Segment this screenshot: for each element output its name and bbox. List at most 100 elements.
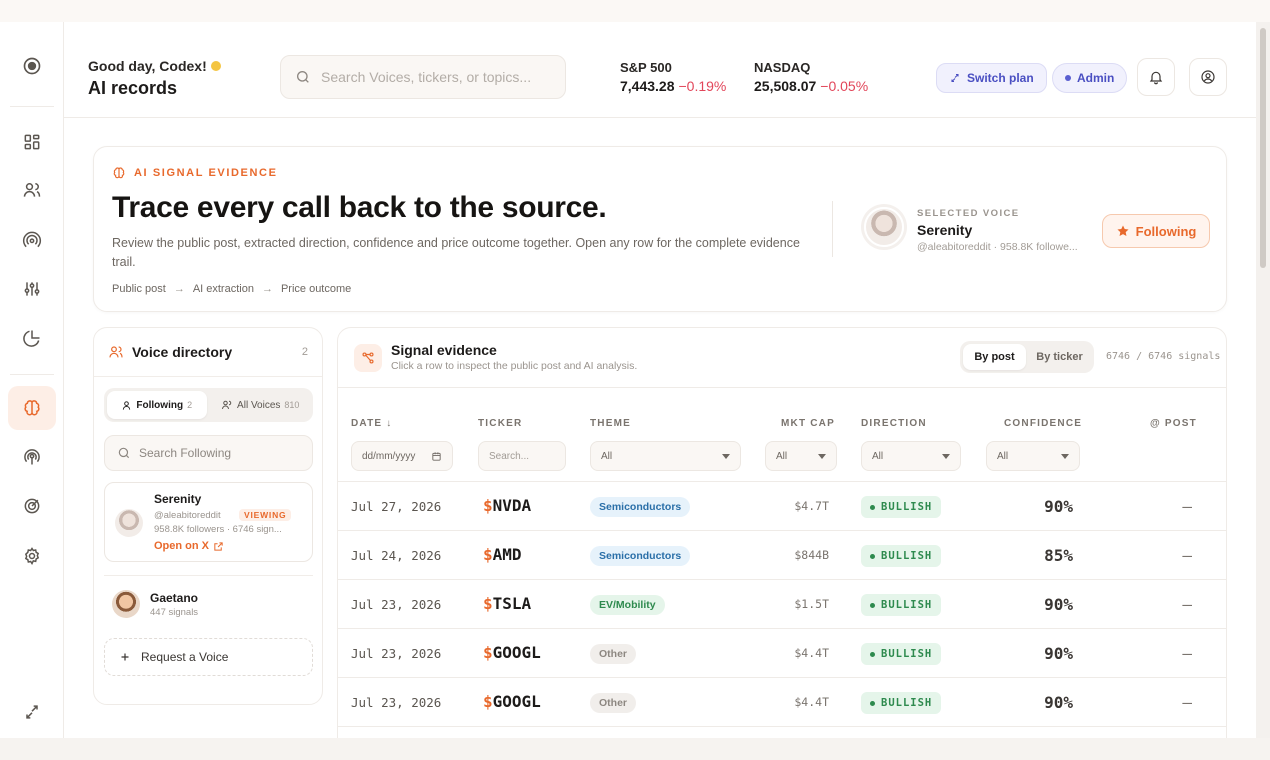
bullish-dot-icon xyxy=(870,700,875,706)
voice-name: Gaetano xyxy=(150,591,199,605)
following-button[interactable]: Following xyxy=(1102,214,1210,248)
theme-filter[interactable]: All xyxy=(590,441,741,471)
cell-mktcap: $4.4T xyxy=(794,646,829,660)
col-date-header[interactable]: DATE ↓ xyxy=(351,418,392,429)
admin-button[interactable]: Admin xyxy=(1052,63,1128,93)
table-row[interactable]: Jul 23, 2026 $GOOGL Other $4.4T BULLISH 90% – xyxy=(338,678,1226,727)
table-row[interactable]: Jul 23, 2026 $GOOGL Other $4.4T BULLISH 90% – xyxy=(338,629,1226,678)
swap-icon[interactable] xyxy=(8,690,56,734)
ticker-filter-input[interactable] xyxy=(489,450,555,462)
cell-confidence: 85% xyxy=(1044,546,1073,565)
hero-tag-label: AI SIGNAL EVIDENCE xyxy=(134,167,278,179)
open-on-x-link[interactable]: Open on X xyxy=(154,540,224,552)
sidebar-divider xyxy=(10,374,54,375)
sliders-icon[interactable] xyxy=(8,267,56,311)
dollar-sign: $ xyxy=(483,545,493,564)
mktcap-filter[interactable]: All xyxy=(765,441,837,471)
index-change: −0.19% xyxy=(678,78,727,94)
step-price-outcome: Price outcome xyxy=(280,283,352,295)
table-row[interactable]: Jul 24, 2026 $AMD Semiconductors $844B BULLI… xyxy=(338,531,1226,580)
link-nodes-icon xyxy=(354,344,382,372)
direction-label: BULLISH xyxy=(881,648,933,660)
search-input[interactable] xyxy=(321,69,551,85)
target-icon[interactable] xyxy=(8,484,56,528)
brain-icon[interactable] xyxy=(8,386,56,430)
direction-badge: BULLISH xyxy=(861,692,942,714)
direction-filter[interactable]: All xyxy=(861,441,961,471)
signal-evidence-panel: Signal evidence Click a row to inspect t… xyxy=(337,327,1227,738)
cell-date: Jul 24, 2026 xyxy=(351,548,442,563)
voice-search[interactable] xyxy=(104,435,313,471)
bottom-strip xyxy=(0,738,1270,760)
ticker-symbol: GOOGL xyxy=(492,692,541,711)
col-confidence-header: CONFIDENCE xyxy=(1004,418,1083,429)
tab-by-post[interactable]: By post xyxy=(963,344,1026,370)
user-circle-icon xyxy=(1201,70,1215,84)
voice-search-input[interactable] xyxy=(139,446,299,460)
col-ticker-header: TICKER xyxy=(478,418,523,429)
sidebar-divider xyxy=(10,106,54,107)
evidence-hero: AI SIGNAL EVIDENCE Trace every call back… xyxy=(93,146,1227,312)
cell-ticker: $TSLA xyxy=(483,594,531,613)
table-row[interactable]: Jul 23, 2026 $TSLA EV/Mobility $1.5T BULLISH… xyxy=(338,580,1226,629)
divider xyxy=(338,387,1226,388)
following-label: Following xyxy=(1135,223,1197,239)
tab-label: Following xyxy=(136,399,184,411)
dashboard-icon[interactable] xyxy=(8,120,56,164)
ticker-filter[interactable] xyxy=(478,441,566,471)
settings-icon[interactable] xyxy=(8,534,56,578)
hero-title: Trace every call back to the source. xyxy=(112,191,607,224)
bullish-dot-icon xyxy=(870,651,875,657)
voice-card-selected[interactable]: Serenity @aleabitoreddit VIEWING 958.8K … xyxy=(104,482,313,562)
hero-description: Review the public post, extracted direct… xyxy=(112,236,800,269)
cell-date: Jul 27, 2026 xyxy=(351,499,442,514)
switch-plan-label: Switch plan xyxy=(967,71,1034,85)
voice-directory-count: 2 xyxy=(301,346,308,358)
date-filter[interactable]: dd/mm/yyyy xyxy=(351,441,453,471)
page-scrollbar[interactable] xyxy=(1256,22,1270,738)
cell-ticker: $GOOGL xyxy=(483,692,541,711)
profile-button[interactable] xyxy=(1189,58,1227,96)
theme-filter-value: All xyxy=(601,450,613,462)
scrollbar-thumb[interactable] xyxy=(1260,28,1266,268)
tab-all-voices[interactable]: All Voices 810 xyxy=(211,391,311,419)
signal-icon[interactable] xyxy=(8,435,56,479)
tab-following[interactable]: Following 2 xyxy=(107,391,207,419)
ticker-symbol: NVDA xyxy=(492,496,532,515)
open-on-x-label: Open on X xyxy=(154,540,209,552)
users-icon[interactable] xyxy=(8,168,56,212)
tab-by-ticker[interactable]: By ticker xyxy=(1028,344,1091,370)
direction-label: BULLISH xyxy=(881,550,933,562)
global-search[interactable] xyxy=(280,55,566,99)
cell-post-price: – xyxy=(1182,595,1192,614)
voice-meta: 958.8K followers · 6746 sign... xyxy=(154,524,282,535)
hero-divider xyxy=(832,201,833,257)
request-voice-button[interactable]: Request a Voice xyxy=(104,638,313,676)
table-row[interactable]: Jul 22, 2026$AMDSemiconductors$844BBULLI… xyxy=(338,727,1226,738)
theme-badge: Semiconductors xyxy=(590,546,691,566)
chevron-down-icon xyxy=(942,453,950,459)
plus-icon xyxy=(121,653,129,661)
switch-plan-button[interactable]: Switch plan xyxy=(936,63,1047,93)
tab-count: 2 xyxy=(187,400,193,410)
voice-directory-header: Voice directory xyxy=(108,344,232,360)
cell-confidence: 90% xyxy=(1044,595,1073,614)
brain-icon xyxy=(113,167,125,179)
broadcast-icon[interactable] xyxy=(8,218,56,262)
table-row[interactable]: Jul 27, 2026 $NVDA Semiconductors $4.7T BULL… xyxy=(338,482,1226,531)
pie-chart-icon[interactable] xyxy=(8,316,56,360)
calendar-icon xyxy=(432,451,441,461)
confidence-filter[interactable]: All xyxy=(986,441,1080,471)
logo-icon[interactable] xyxy=(8,44,56,88)
cell-post-price: – xyxy=(1182,693,1192,712)
request-voice-label: Request a Voice xyxy=(141,650,229,664)
notifications-button[interactable] xyxy=(1137,58,1175,96)
cell-ticker: $GOOGL xyxy=(483,643,541,662)
index-name: NASDAQ xyxy=(754,60,811,75)
greeting-text: Good day, Codex! xyxy=(88,58,207,74)
index-nasdaq: NASDAQ 25,508.07 −0.05% xyxy=(754,60,868,94)
dollar-sign: $ xyxy=(483,692,493,711)
arrow-right-icon: → xyxy=(173,283,185,295)
divider xyxy=(94,376,322,377)
ticker-symbol: TSLA xyxy=(492,594,532,613)
